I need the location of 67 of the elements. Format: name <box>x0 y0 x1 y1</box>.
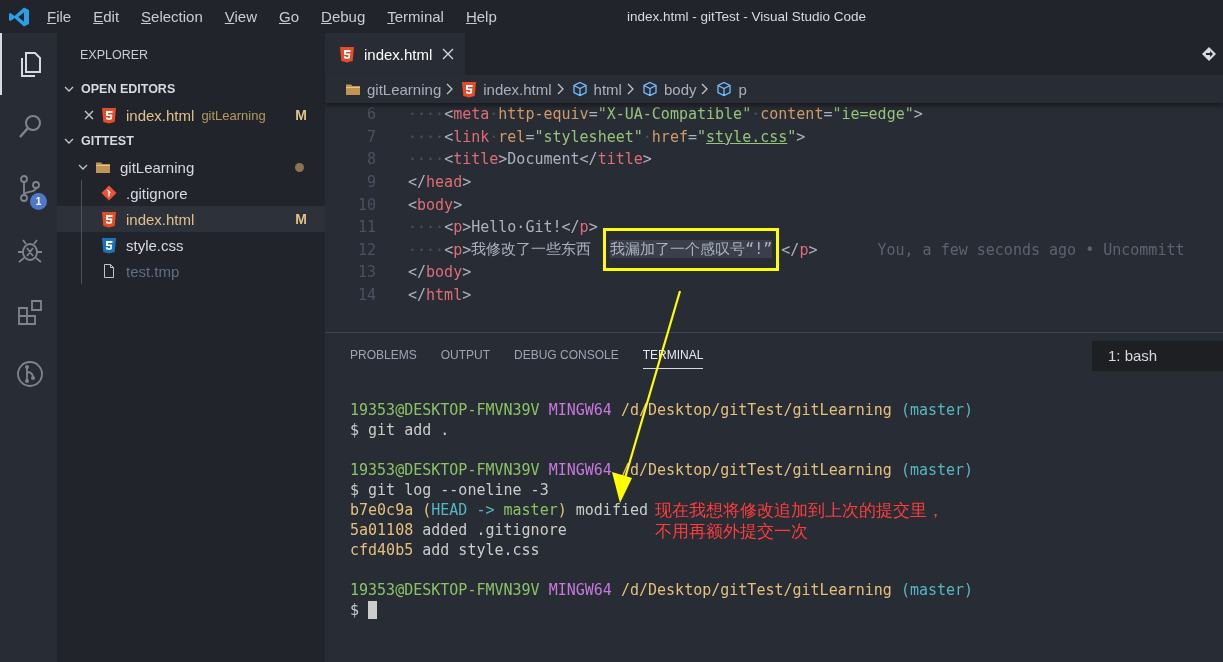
menu-item[interactable]: Selection <box>141 8 203 25</box>
sidebar-title: EXPLORER <box>79 46 150 64</box>
git-status: M <box>295 211 307 227</box>
terminal-dropdown[interactable]: 1: bash <box>1092 340 1223 371</box>
highlighted-text: 我漏加了一个感叹号“!” <box>610 240 773 259</box>
cube-icon <box>571 80 588 98</box>
file-icon <box>101 262 117 280</box>
terminal-line: cfd40b5 add style.css <box>350 541 540 559</box>
code-line: <body> <box>408 195 463 214</box>
activity-button[interactable]: 1 <box>0 157 57 219</box>
chevron-right-icon <box>555 82 566 96</box>
section-header[interactable]: GITTEST <box>57 128 325 154</box>
extensions-icon <box>15 298 44 326</box>
folder-label: gitLearning <box>201 107 266 123</box>
vscode-logo-icon <box>8 5 30 28</box>
code-line: ····<meta·http-equiv="X-UA-Compatible"·content="ie=edge"> <box>408 105 923 124</box>
breadcrumb-item[interactable]: body <box>663 80 697 98</box>
menu-item[interactable]: Terminal <box>387 8 444 25</box>
html5-icon <box>339 45 355 63</box>
panel-tab[interactable]: DEBUG CONSOLE <box>514 342 619 369</box>
code-line: ····<link·rel="stylesheet"·href="style.css"> <box>408 127 806 146</box>
git-status: M <box>295 107 307 123</box>
count-badge: 1 <box>30 193 47 210</box>
menu-item[interactable]: Edit <box>93 8 120 25</box>
html5-icon <box>101 106 117 124</box>
breadcrumb-item[interactable]: index.html <box>483 80 552 98</box>
blame-annotation: You, a few seconds ago • Uncommitt <box>877 240 1185 259</box>
code-line: ····<title>Document</title> <box>408 150 652 169</box>
menu-item[interactable]: Go <box>279 8 300 25</box>
breadcrumb-item[interactable]: gitLearning <box>367 80 442 98</box>
window-title: index.html - gitTest - Visual Studio Code <box>627 9 867 24</box>
menu-item[interactable]: Debug <box>321 8 366 25</box>
terminal-line: $ <box>350 601 361 619</box>
menu-item[interactable]: File <box>47 8 72 25</box>
section-header[interactable]: OPEN EDITORS <box>57 76 325 102</box>
terminal-line: 5a01108 added .gitignore <box>350 521 567 539</box>
code-line: ····<p>Hello·Git!</p> <box>408 218 598 237</box>
terminal-line: 19353@DESKTOP-FMVN39V MINGW64 /d/Desktop/gitTest/gitLearning (master) <box>350 581 974 599</box>
code-line: ····<p>我修改了一些东西 我漏加了一个感叹号“!” </p> <box>408 240 818 260</box>
menu-item[interactable]: View <box>224 8 257 25</box>
breadcrumb-item[interactable]: html <box>593 80 622 98</box>
code-line: </head> <box>408 173 472 192</box>
breadcrumb-item[interactable]: p <box>738 80 747 98</box>
terminal-line: $ git add . <box>350 421 450 439</box>
terminal-line: $ git log --oneline -3 <box>350 481 549 499</box>
cube-icon <box>641 80 658 98</box>
annotation-note: 现在我想将修改追加到上次的提交里， 不用再额外提交一次 <box>655 500 944 542</box>
code-line: </html> <box>408 286 472 305</box>
folder-entry[interactable]: gitLearning <box>57 154 325 180</box>
panel-tab[interactable]: PROBLEMS <box>350 342 417 369</box>
close-icon <box>442 48 455 60</box>
menu-item[interactable]: Help <box>465 8 497 25</box>
git-icon <box>101 184 117 202</box>
open-editor-item[interactable]: index.html gitLearning M <box>57 102 325 128</box>
explorer-entry[interactable]: index.html M <box>57 206 325 232</box>
chevron-right-icon <box>625 82 636 96</box>
explorer-entry[interactable]: style.css <box>57 232 325 258</box>
git-graph-icon <box>15 360 44 388</box>
close-icon <box>83 109 95 121</box>
terminal-line: b7e0c9a (HEAD -> master) modified <box>350 501 649 519</box>
diamond-arrow-icon <box>1201 46 1217 62</box>
editor-tab[interactable]: index.html <box>325 33 465 75</box>
code-line: </body> <box>408 263 472 282</box>
panel-tab[interactable]: OUTPUT <box>440 342 491 369</box>
cube-icon <box>716 80 733 98</box>
html5-icon <box>101 210 117 228</box>
html5-icon <box>461 80 478 98</box>
